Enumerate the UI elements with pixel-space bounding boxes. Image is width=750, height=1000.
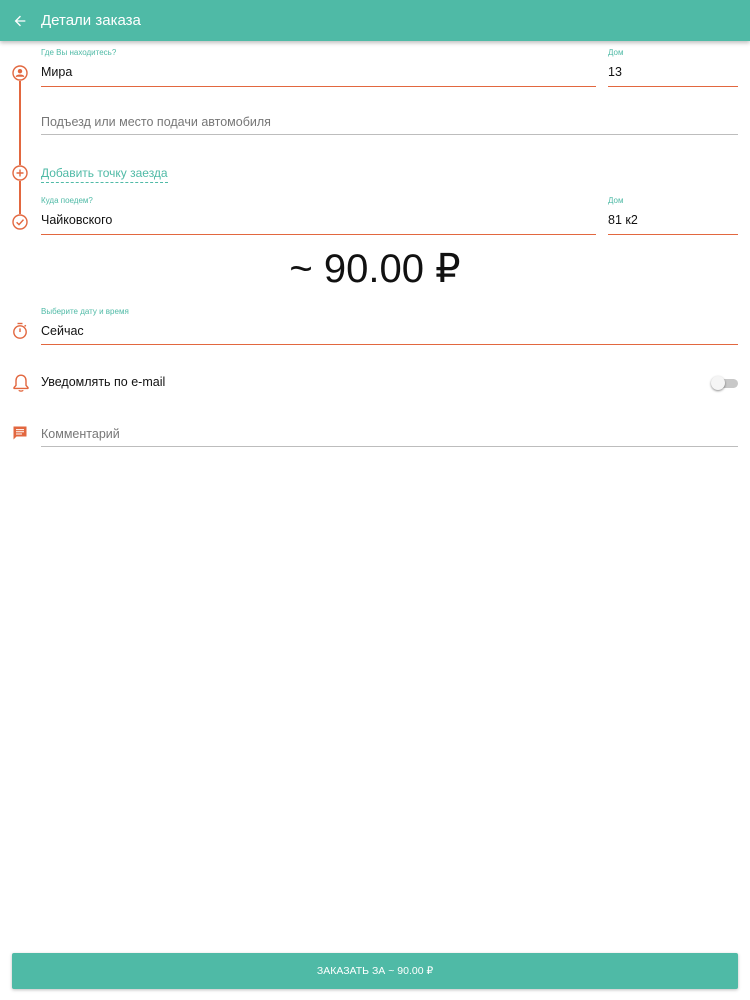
- from-street-value: Мира: [41, 65, 73, 79]
- to-street-value: Чайковского: [41, 213, 113, 227]
- from-street-label: Где Вы находитесь?: [41, 48, 117, 57]
- from-street-field[interactable]: Где Вы находитесь? Мира: [41, 46, 596, 87]
- comment-underline: [41, 446, 738, 447]
- entrance-field[interactable]: Подъезд или место подачи автомобиля: [41, 108, 738, 135]
- back-button[interactable]: [0, 0, 40, 41]
- add-circle-icon[interactable]: [12, 165, 28, 181]
- check-circle-icon: [12, 214, 28, 230]
- add-stop-link[interactable]: Добавить точку заезда: [41, 166, 168, 183]
- route-line: [19, 73, 21, 222]
- to-street-underline: [41, 234, 596, 235]
- from-street-underline: [41, 86, 596, 87]
- order-button[interactable]: ЗАКАЗАТЬ ЗА ~ 90.00 ₽: [12, 953, 738, 989]
- from-house-label: Дом: [608, 48, 624, 57]
- from-house-underline: [608, 86, 738, 87]
- to-house-label: Дом: [608, 196, 624, 205]
- to-house-underline: [608, 234, 738, 235]
- datetime-field[interactable]: Выберите дату и время Сейчас: [41, 304, 738, 345]
- arrow-left-icon: [14, 15, 26, 26]
- datetime-value: Сейчас: [41, 324, 84, 338]
- to-house-field[interactable]: Дом 81 к2: [608, 194, 738, 235]
- comment-icon: [12, 425, 28, 441]
- from-house-field[interactable]: Дом 13: [608, 46, 738, 87]
- datetime-label: Выберите дату и время: [41, 307, 129, 316]
- to-street-label: Куда поедем?: [41, 196, 93, 205]
- page-title: Детали заказа: [41, 12, 141, 29]
- to-street-field[interactable]: Куда поедем? Чайковского: [41, 194, 596, 235]
- entrance-underline: [41, 134, 738, 135]
- toggle-thumb: [711, 376, 725, 390]
- person-pin-icon: [12, 65, 28, 81]
- notify-label: Уведомлять по e-mail: [41, 375, 166, 389]
- comment-field[interactable]: Комментарий: [41, 420, 738, 447]
- datetime-underline: [41, 344, 738, 345]
- from-house-value: 13: [608, 65, 622, 79]
- price-estimate: ~ 90.00 ₽: [289, 247, 461, 291]
- app-bar: Детали заказа: [0, 0, 750, 41]
- to-house-value: 81 к2: [608, 213, 638, 227]
- comment-placeholder: Комментарий: [41, 427, 120, 441]
- bell-icon: [12, 373, 30, 393]
- entrance-placeholder: Подъезд или место подачи автомобиля: [41, 115, 271, 129]
- stopwatch-icon: [12, 322, 28, 340]
- notify-toggle[interactable]: [711, 376, 738, 390]
